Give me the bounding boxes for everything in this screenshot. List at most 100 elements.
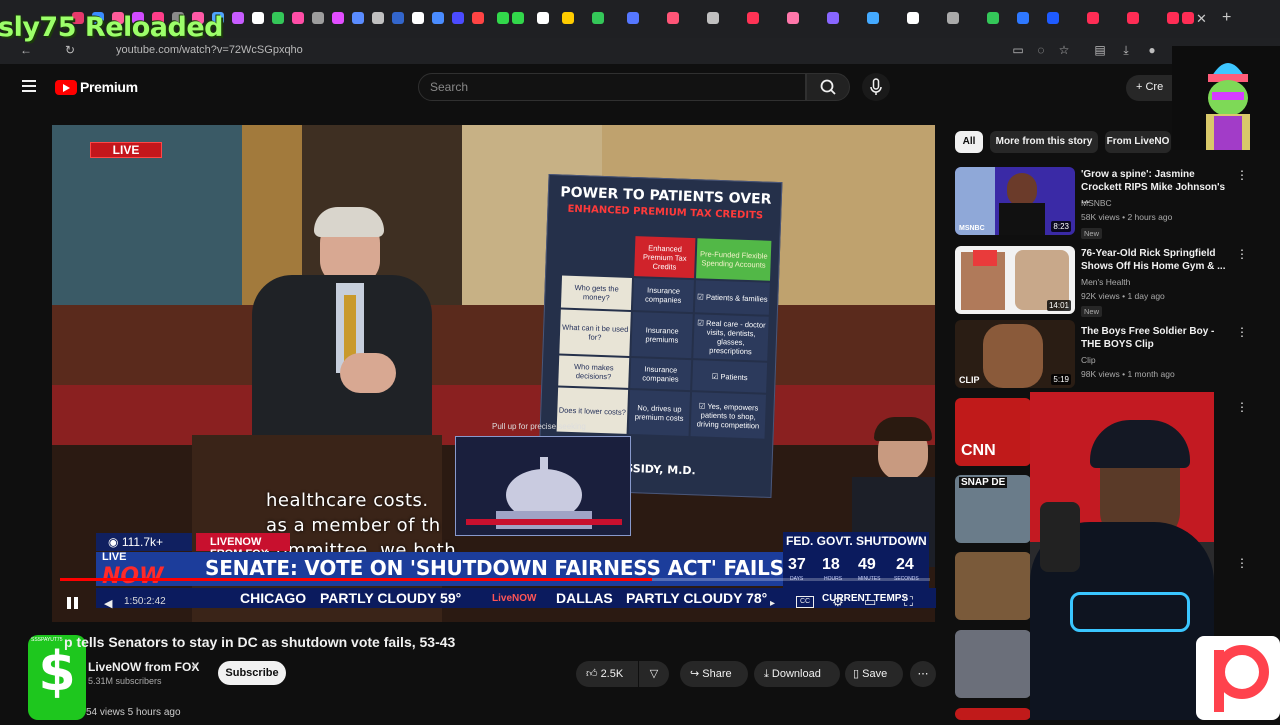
tab-favicon[interactable]	[352, 12, 364, 24]
sidebar-video-channel[interactable]: Clip	[1081, 355, 1096, 365]
tab-favicon[interactable]	[667, 12, 679, 24]
poster-cell: ☑ Patients	[692, 360, 768, 393]
more-vertical-icon[interactable]: ⋮	[1236, 168, 1248, 182]
dislike-button[interactable]: ▽	[639, 661, 669, 687]
bookmark-star-icon[interactable]: ☆	[1056, 42, 1072, 58]
seek-preview-thumbnail	[455, 436, 631, 536]
tab-favicon[interactable]	[512, 12, 524, 24]
video-thumbnail[interactable]: MSNBC 8:23	[955, 167, 1075, 235]
more-vertical-icon[interactable]: ⋮	[1236, 325, 1248, 339]
thumbnail-art	[1007, 173, 1037, 207]
new-badge: New	[1081, 306, 1103, 317]
tab-favicon[interactable]	[1182, 12, 1194, 24]
tab-favicon[interactable]	[432, 12, 444, 24]
sidebar-video-channel[interactable]: MSNBC	[1081, 198, 1112, 208]
fullscreen-icon[interactable]: ⛶	[904, 594, 913, 610]
tab-favicon[interactable]	[562, 12, 574, 24]
more-vertical-icon[interactable]: ⋮	[1236, 556, 1248, 570]
close-tab-icon[interactable]: ✕	[1196, 11, 1207, 27]
tab-favicon[interactable]	[537, 12, 549, 24]
tab-favicon[interactable]	[787, 12, 799, 24]
download-icon: ⤓	[764, 668, 772, 680]
chip-all[interactable]: All	[955, 131, 983, 153]
search-button[interactable]	[806, 73, 850, 101]
video-thumbnail[interactable]: 14:01	[955, 246, 1075, 314]
tab-favicon[interactable]	[947, 12, 959, 24]
tab-favicon[interactable]	[312, 12, 324, 24]
chip-more-from-story[interactable]: More from this story	[990, 131, 1098, 153]
tab-favicon[interactable]	[627, 12, 639, 24]
tab-favicon[interactable]	[292, 12, 304, 24]
youtube-premium-label[interactable]: Premium	[80, 79, 138, 95]
tab-favicon[interactable]	[827, 12, 839, 24]
video-thumbnail[interactable]: SNAP DE	[955, 475, 1031, 543]
video-thumbnail[interactable]	[955, 552, 1031, 620]
tab-favicon[interactable]	[252, 12, 264, 24]
tab-favicon[interactable]	[867, 12, 879, 24]
tab-favicon[interactable]	[707, 12, 719, 24]
save-button[interactable]: ▯ Save	[845, 661, 903, 687]
url-field[interactable]: youtube.com/watch?v=72WcSGpxqho	[116, 44, 303, 56]
video-thumbnail[interactable]: CLIP 5:19	[955, 320, 1075, 388]
tab-favicon[interactable]	[1017, 12, 1029, 24]
back-icon[interactable]: ←	[18, 42, 34, 58]
tab-favicon[interactable]	[592, 12, 604, 24]
subscribe-button[interactable]: Subscribe	[218, 661, 286, 685]
video-thumbnail[interactable]	[955, 630, 1031, 698]
sidebar-video-title[interactable]: 76-Year-Old Rick Springfield Shows Off H…	[1081, 247, 1227, 273]
chip-from-channel[interactable]: From LiveNO	[1105, 131, 1171, 153]
more-vertical-icon[interactable]: ⋮	[1236, 400, 1248, 414]
captions-icon[interactable]: CC	[796, 596, 814, 608]
extensions-icon[interactable]: ▤	[1092, 42, 1108, 58]
search-placeholder[interactable]: Search	[430, 80, 468, 94]
hamburger-menu-icon[interactable]	[22, 80, 36, 92]
download-button[interactable]: ⤓ Download	[754, 661, 840, 687]
tab-favicon[interactable]	[452, 12, 464, 24]
tab-favicon[interactable]	[1167, 12, 1179, 24]
volume-icon[interactable]: ◀	[104, 597, 112, 610]
settings-gear-icon[interactable]: ⚙	[832, 594, 844, 610]
download-icon[interactable]: ⤓	[1118, 42, 1134, 58]
voice-search-button[interactable]	[862, 73, 890, 101]
eye-off-icon[interactable]: ◌	[1033, 42, 1049, 58]
tab-favicon[interactable]	[1087, 12, 1099, 24]
tab-favicon[interactable]	[332, 12, 344, 24]
theater-mode-icon[interactable]: ▭	[864, 594, 876, 610]
tab-favicon[interactable]	[747, 12, 759, 24]
search-input[interactable]	[418, 73, 806, 101]
lower-third-channel: LIVENOW FROM FOX	[196, 533, 290, 560]
cartoon-avatar-icon	[1206, 63, 1250, 150]
tab-favicon[interactable]	[472, 12, 484, 24]
tab-favicon[interactable]	[987, 12, 999, 24]
tab-favicon[interactable]	[392, 12, 404, 24]
like-button[interactable]: 👍︎ 2.5K	[576, 661, 638, 687]
speaker-hair	[314, 207, 384, 237]
tab-favicon[interactable]	[232, 12, 244, 24]
channel-name[interactable]: LiveNOW from FOX	[88, 660, 199, 674]
video-thumbnail[interactable]	[955, 708, 1031, 720]
autoplay-toggle-icon[interactable]: ▸	[770, 598, 775, 609]
aide-hair	[874, 417, 932, 441]
pause-button[interactable]	[66, 596, 80, 610]
new-tab-icon[interactable]: +	[1222, 9, 1231, 27]
video-thumbnail[interactable]: CNN	[955, 398, 1031, 466]
cast-icon[interactable]: ▭	[1010, 42, 1026, 58]
poster-col-header: Enhanced Premium Tax Credits	[634, 236, 696, 279]
more-vertical-icon[interactable]: ⋮	[1236, 247, 1248, 261]
tab-favicon[interactable]	[1127, 12, 1139, 24]
sidebar-video-channel[interactable]: Men's Health	[1081, 277, 1130, 287]
tab-favicon[interactable]	[1047, 12, 1059, 24]
tab-favicon[interactable]	[497, 12, 509, 24]
profile-avatar[interactable]: ●	[1144, 42, 1160, 58]
reload-icon[interactable]: ↻	[62, 42, 78, 58]
more-actions-button[interactable]: ⋯	[910, 661, 936, 687]
sidebar-video-title[interactable]: The Boys Free Soldier Boy - THE BOYS Cli…	[1081, 325, 1227, 351]
lower-third-headline: SENATE: VOTE ON 'SHUTDOWN FAIRNESS ACT' …	[205, 556, 784, 580]
tab-favicon[interactable]	[272, 12, 284, 24]
tab-favicon[interactable]	[412, 12, 424, 24]
youtube-logo-icon[interactable]	[55, 80, 77, 95]
tab-favicon[interactable]	[372, 12, 384, 24]
poster-cell: Insurance companies	[632, 278, 694, 313]
tab-favicon[interactable]	[907, 12, 919, 24]
share-button[interactable]: ↪ Share	[680, 661, 748, 687]
